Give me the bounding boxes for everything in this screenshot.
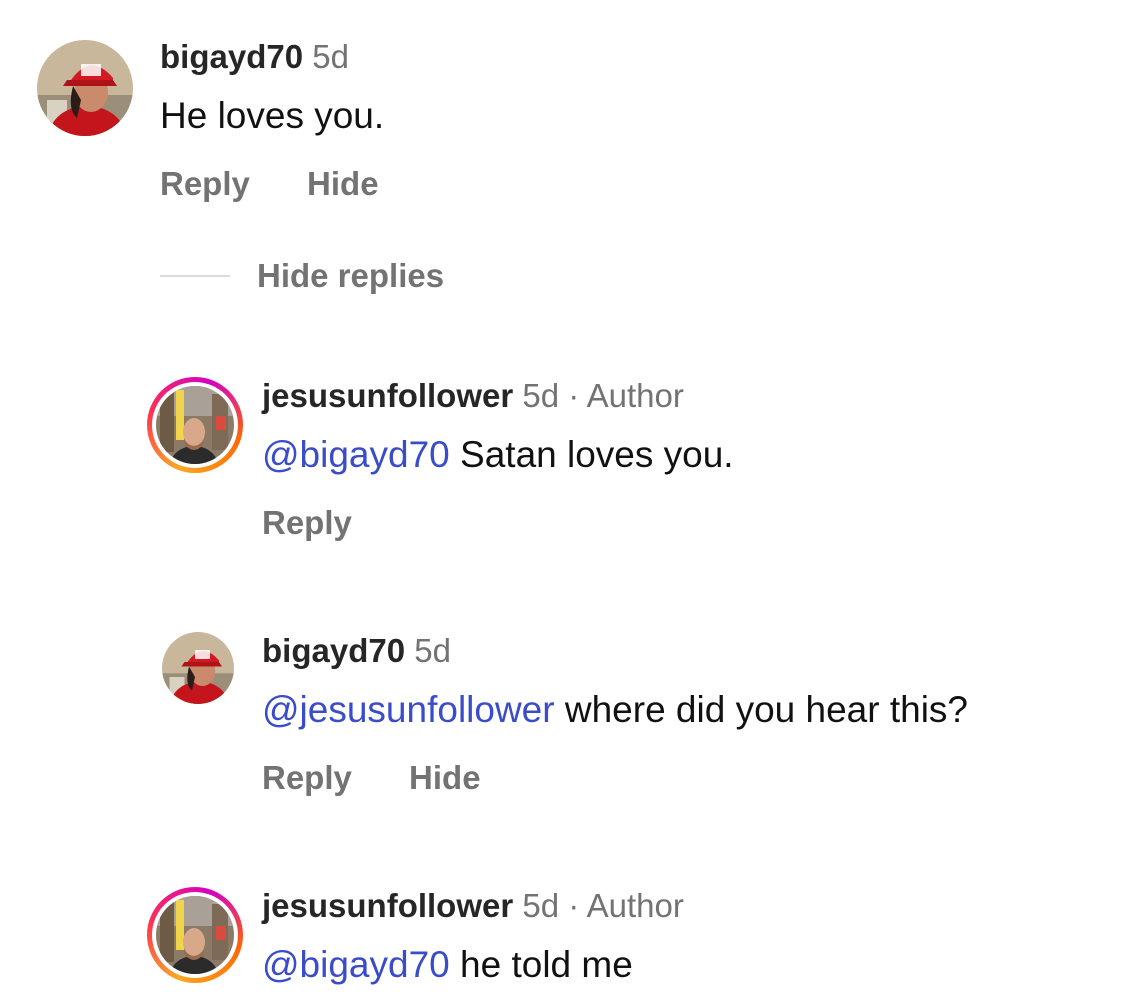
comment-bigayd70-top: bigayd70 5d He loves you. Reply Hide [0, 0, 1137, 220]
comment-text: @bigayd70 he told me [262, 943, 633, 987]
reply-button[interactable]: Reply [160, 165, 250, 202]
story-ring[interactable] [147, 377, 243, 473]
comment-header: jesusunfollower 5d · Author [262, 376, 684, 416]
author-badge: · Author [568, 377, 684, 414]
avatar [156, 896, 234, 974]
avatar-photo-icon [156, 386, 234, 464]
username[interactable]: jesusunfollower [262, 377, 513, 414]
author-badge: · Author [568, 887, 684, 924]
hide-button[interactable]: Hide [409, 759, 481, 796]
comment-bigayd70-reply: bigayd70 5d @jesusunfollower where did y… [0, 615, 1137, 815]
comment-body: He loves you. [160, 95, 385, 136]
comment-header: bigayd70 5d [262, 631, 451, 671]
comment-actions: Reply Hide [160, 164, 379, 204]
reply-button[interactable]: Reply [262, 504, 352, 541]
username[interactable]: bigayd70 [262, 632, 405, 669]
avatar [156, 386, 234, 464]
comment-actions: Reply Hide [262, 758, 481, 798]
comment-text: @bigayd70 Satan loves you. [262, 433, 734, 477]
story-ring[interactable] [147, 887, 243, 983]
timestamp: 5d [312, 38, 349, 75]
hide-button[interactable]: Hide [307, 165, 379, 202]
avatar-photo-icon [37, 40, 133, 136]
hide-replies-row[interactable]: Hide replies [160, 256, 560, 296]
mention-link[interactable]: @bigayd70 [262, 434, 450, 475]
mention-link[interactable]: @bigayd70 [262, 944, 450, 985]
comment-thread: bigayd70 5d He loves you. Reply Hide Hid… [0, 0, 1137, 1003]
timestamp: 5d [522, 377, 560, 414]
comment-jesusunfollower-reply-2: jesusunfollower 5d · Author @bigayd70 he… [0, 870, 1137, 1003]
timestamp: 5d [522, 887, 560, 924]
avatar[interactable] [37, 40, 133, 136]
comment-body: Satan loves you. [449, 434, 734, 475]
comment-jesusunfollower-reply-1: jesusunfollower 5d · Author @bigayd70 Sa… [0, 360, 1137, 560]
hide-replies-button[interactable]: Hide replies [257, 256, 444, 296]
timestamp: 5d [414, 632, 451, 669]
mention-link[interactable]: @jesusunfollower [262, 689, 555, 730]
divider-line [160, 275, 230, 277]
avatar-photo-icon [156, 896, 234, 974]
avatar[interactable] [162, 632, 234, 704]
comment-body: where did you hear this? [554, 689, 969, 730]
avatar-photo-icon [162, 632, 234, 704]
comment-body: he told me [449, 944, 633, 985]
username[interactable]: bigayd70 [160, 38, 303, 75]
comment-text: @jesusunfollower where did you hear this… [262, 688, 968, 732]
comment-header: jesusunfollower 5d · Author [262, 886, 684, 926]
reply-button[interactable]: Reply [262, 759, 352, 796]
username[interactable]: jesusunfollower [262, 887, 513, 924]
comment-text: He loves you. [160, 94, 384, 138]
comment-actions: Reply [262, 503, 352, 543]
comment-header: bigayd70 5d [160, 37, 349, 77]
